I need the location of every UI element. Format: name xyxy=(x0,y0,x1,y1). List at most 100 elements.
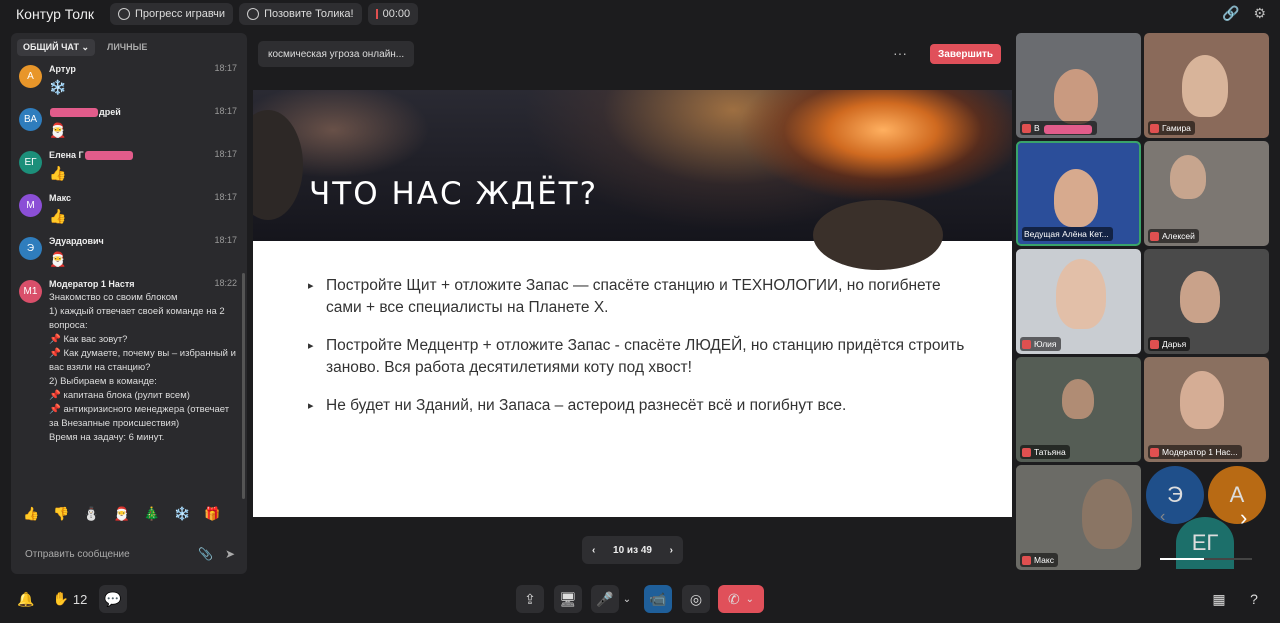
reaction-thumbs-up[interactable]: 👍 xyxy=(23,506,39,522)
chat-toggle-button[interactable]: 💬 xyxy=(99,585,127,613)
participant-tile[interactable]: Модератор 1 Нас... xyxy=(1144,357,1269,462)
chat-scrollbar[interactable] xyxy=(242,273,245,499)
chat-tabs: ОБЩИЙ ЧАТ ⌄ ЛИЧНЫЕ xyxy=(11,33,247,61)
participant-video xyxy=(1054,69,1098,124)
participant-tile[interactable]: Татьяна xyxy=(1016,357,1141,462)
reaction-gift[interactable]: 🎁 xyxy=(204,506,220,522)
next-slide-button[interactable]: › xyxy=(670,545,673,556)
participant-tile[interactable]: Алексей xyxy=(1144,141,1269,246)
effects-button[interactable]: ◎ xyxy=(682,585,710,613)
link-icon[interactable]: 🔗 xyxy=(1222,5,1239,22)
asteroid-rock xyxy=(813,200,943,270)
progress-button[interactable]: Прогресс игравчи xyxy=(110,3,234,25)
message-list[interactable]: А Артур 18:17 ❄️ ВА дрей 18:17 🎅 ЕГ Елен… xyxy=(11,63,247,528)
slide-counter: 10 из 49 xyxy=(613,544,652,556)
bottom-bar: 🔔 ✋ 12 💬 ⇪ 🖥 🎤 ⌄ 📹 ◎ ✆ ⌄ ▦ ? xyxy=(0,580,1280,623)
share-icon: ⇪ xyxy=(524,590,536,607)
message-input[interactable]: Отправить сообщение 📎 ➤ xyxy=(17,538,241,570)
slide-bullets: Постройте Щит + отложите Запас — спасёте… xyxy=(308,275,968,433)
mic-off-icon xyxy=(1150,231,1159,241)
hangup-button[interactable]: ✆ ⌄ xyxy=(718,585,764,613)
call-tolik-button[interactable]: Позовите Толика! xyxy=(239,3,362,25)
participant-video xyxy=(1180,371,1224,429)
asteroid-rock xyxy=(253,110,303,220)
tab-private[interactable]: ЛИЧНЫЕ xyxy=(101,39,153,55)
participant-video xyxy=(1182,55,1228,117)
participant-tile[interactable]: В xyxy=(1016,33,1141,138)
mic-off-icon xyxy=(1022,123,1031,133)
chat-message: ЕГ Елена Г 18:17 👍 xyxy=(11,149,247,184)
more-options-button[interactable]: ··· xyxy=(893,45,907,61)
share-button[interactable]: ⇪ xyxy=(516,585,544,613)
participant-label: Гамира xyxy=(1148,121,1195,135)
participant-tile[interactable]: Юлия xyxy=(1016,249,1141,354)
screen-share-button[interactable]: 🖥 xyxy=(554,585,582,613)
attach-icon[interactable]: 📎 xyxy=(198,547,213,561)
chevron-down-icon[interactable]: ⌄ xyxy=(621,585,633,613)
finish-button[interactable]: Завершить xyxy=(930,44,1002,64)
message-content: 👍 xyxy=(49,165,67,181)
send-icon[interactable]: ➤ xyxy=(225,547,235,561)
layers-icon: ◎ xyxy=(689,590,703,607)
sender-name: дрей xyxy=(49,106,237,119)
reaction-santa[interactable]: 🎅 xyxy=(114,506,130,522)
tiles-scrollbar[interactable] xyxy=(1160,558,1252,560)
message-text: Знакомство со своим блоком 1) каждый отв… xyxy=(49,292,236,443)
reaction-snowman[interactable]: ⛄ xyxy=(83,506,99,522)
participant-tile[interactable]: Макс xyxy=(1016,465,1141,570)
avatar-badge[interactable]: А xyxy=(1208,466,1266,524)
reaction-snowflake[interactable]: ❄️ xyxy=(174,506,190,522)
avatar: ВА xyxy=(19,108,42,131)
participant-label: Алексей xyxy=(1148,229,1199,243)
sender-name: Елена Г xyxy=(49,149,237,162)
tolik-icon xyxy=(247,8,260,20)
bullet-item: Постройте Щит + отложите Запас — спасёте… xyxy=(308,275,968,319)
participant-tile[interactable]: Ведущая Алёна Кет... xyxy=(1016,141,1141,246)
message-time: 18:17 xyxy=(214,149,237,159)
slide-title: ЧТО НАС ЖДЁТ? xyxy=(309,176,599,212)
prev-slide-button[interactable]: ‹ xyxy=(592,545,595,556)
chevron-right-icon[interactable]: › xyxy=(1240,505,1247,531)
tab-general-chat[interactable]: ОБЩИЙ ЧАТ ⌄ xyxy=(17,38,96,56)
timer[interactable]: 00:00 xyxy=(367,3,419,25)
chevron-down-icon: ⌄ xyxy=(81,41,90,52)
bell-icon[interactable]: 🔔 xyxy=(14,585,38,613)
participant-label: Юлия xyxy=(1020,337,1061,351)
raise-hand-button[interactable]: ✋ 12 xyxy=(50,585,90,613)
mic-off-icon xyxy=(1022,447,1031,457)
mic-off-icon xyxy=(1022,339,1031,349)
reaction-tree[interactable]: 🎄 xyxy=(144,506,160,522)
participant-video xyxy=(1170,155,1206,199)
sender-name: Артур xyxy=(49,64,76,74)
participant-tile[interactable]: Дарья xyxy=(1144,249,1269,354)
mic-button[interactable]: 🎤 xyxy=(591,585,619,613)
chat-panel: ОБЩИЙ ЧАТ ⌄ ЛИЧНЫЕ А Артур 18:17 ❄️ ВА д… xyxy=(11,33,247,574)
avatar-badge[interactable]: Э xyxy=(1146,466,1204,524)
gear-icon[interactable]: ⚙ xyxy=(1253,5,1266,22)
message-content: 🎅 xyxy=(49,251,67,267)
hand-icon: ✋ xyxy=(52,591,69,606)
participant-label: Дарья xyxy=(1148,337,1191,351)
participant-tile[interactable]: Гамира xyxy=(1144,33,1269,138)
reaction-thumbs-down[interactable]: 👎 xyxy=(53,506,69,522)
camera-button[interactable]: 📹 xyxy=(644,585,672,613)
help-icon[interactable]: ? xyxy=(1242,585,1266,613)
presentation-name[interactable]: космическая угроза онлайн... xyxy=(258,41,415,67)
mic-off-icon xyxy=(1150,339,1159,349)
participant-label: Татьяна xyxy=(1020,445,1070,459)
avatar-badge[interactable]: ЕГ xyxy=(1176,517,1234,569)
avatar: М xyxy=(19,194,42,217)
camera-icon: 📹 xyxy=(649,590,667,607)
participant-video xyxy=(1062,379,1094,419)
mic-off-icon: 🎤 xyxy=(596,590,614,607)
monitor-icon: 🖥 xyxy=(559,590,577,607)
avatar: Э xyxy=(19,237,42,260)
chat-icon: 💬 xyxy=(104,590,122,607)
participant-label: Ведущая Алёна Кет... xyxy=(1022,227,1113,241)
message-time: 18:17 xyxy=(214,235,237,245)
app-title: Контур Толк xyxy=(16,6,94,22)
chat-message: М Макс 18:17 👍 xyxy=(11,192,247,227)
layout-icon[interactable]: ▦ xyxy=(1207,585,1231,613)
message-time: 18:17 xyxy=(214,192,237,202)
chevron-left-icon[interactable]: ‹ xyxy=(1160,508,1165,526)
